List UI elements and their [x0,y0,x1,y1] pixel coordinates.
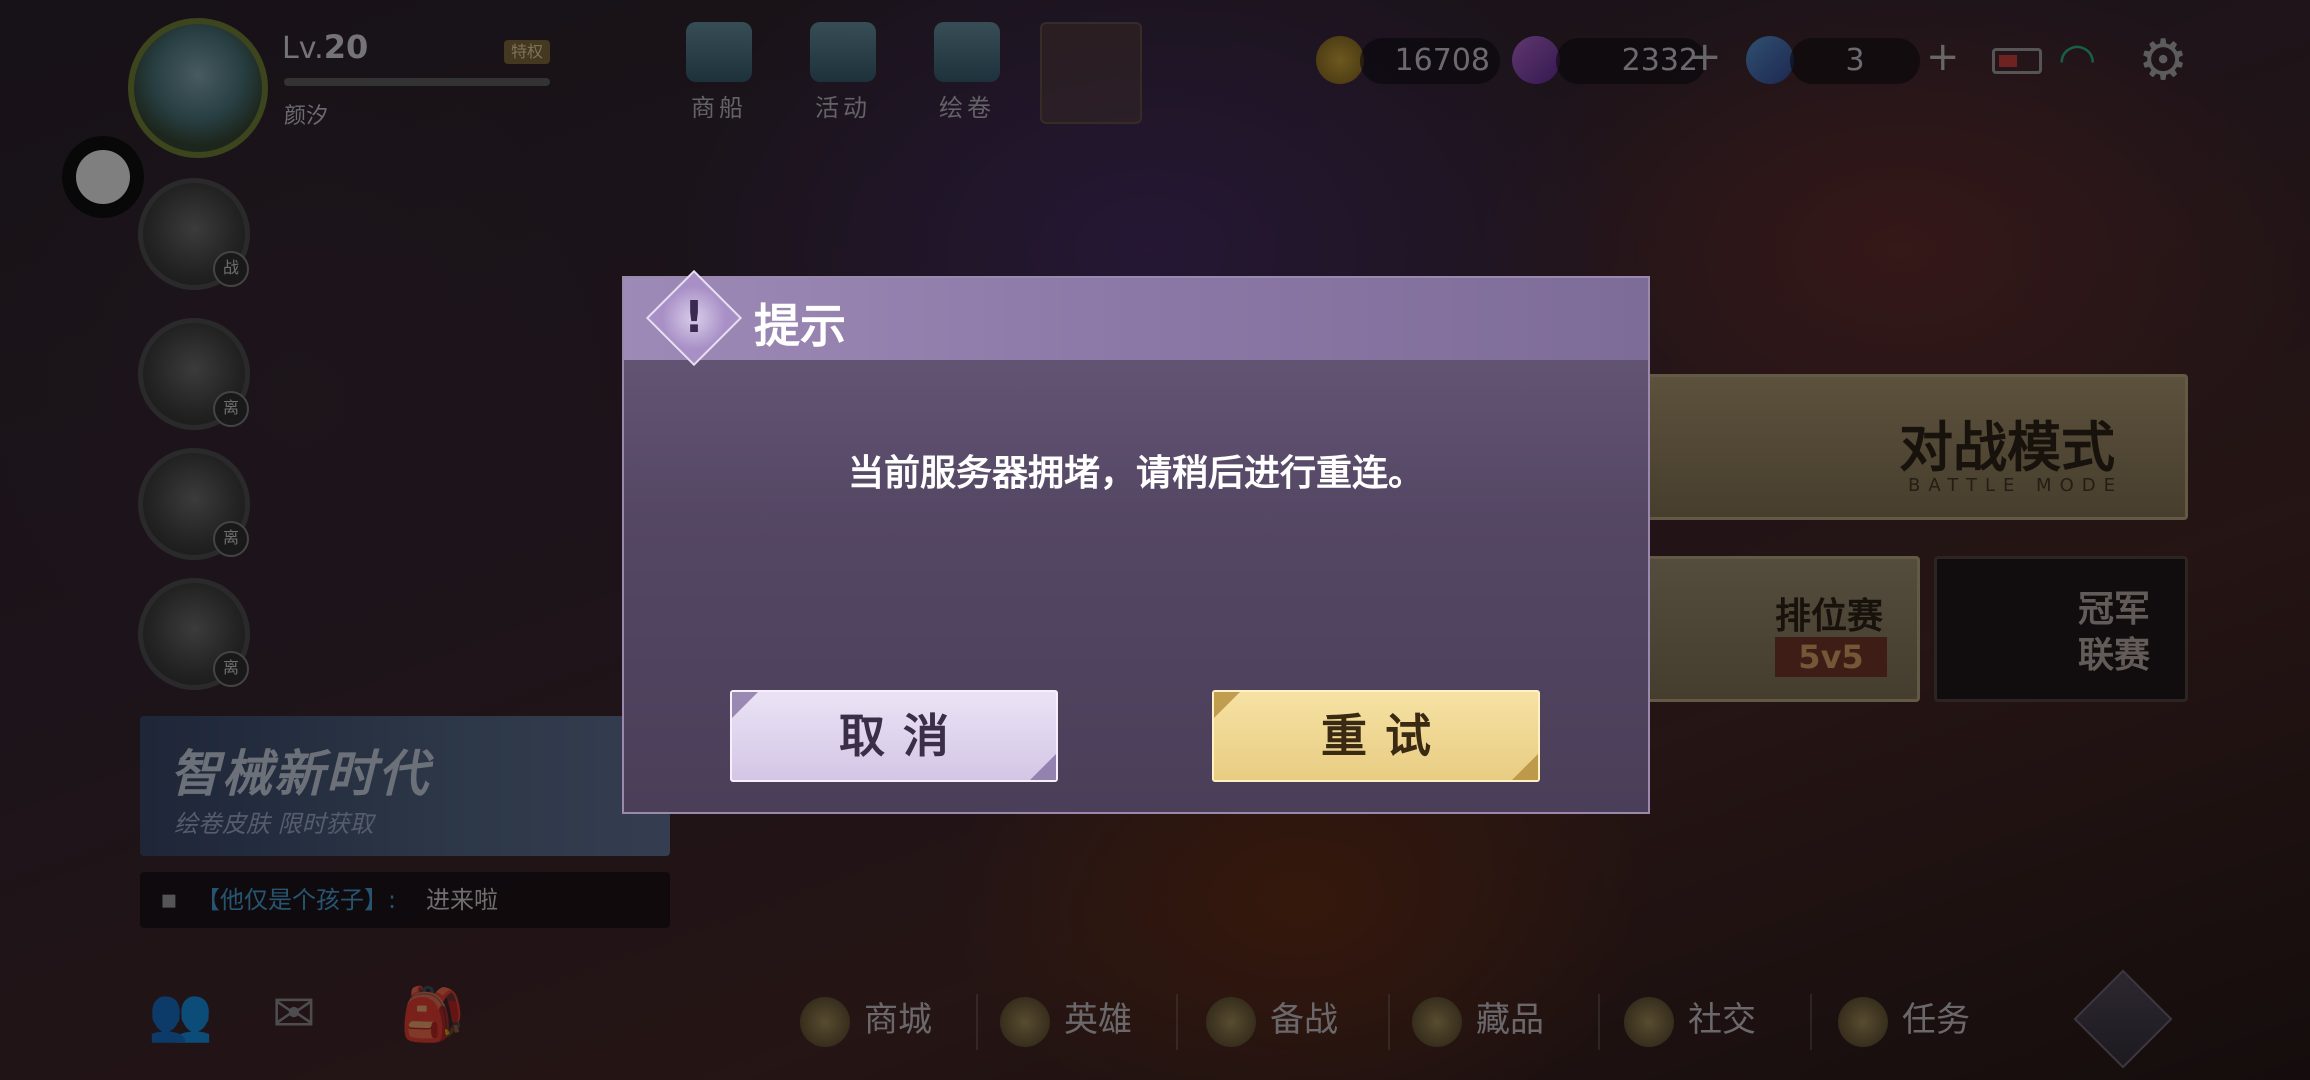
exclamation-icon: ! [683,292,705,343]
cancel-button[interactable]: 取消 [730,690,1058,782]
dialog-title: 提示 [754,299,846,353]
dialog-message: 当前服务器拥堵，请稍后进行重连。 [847,453,1424,494]
retry-button[interactable]: 重试 [1212,690,1540,782]
alert-dialog: ! 提示 当前服务器拥堵，请稍后进行重连。 取消 重试 [622,269,1650,814]
